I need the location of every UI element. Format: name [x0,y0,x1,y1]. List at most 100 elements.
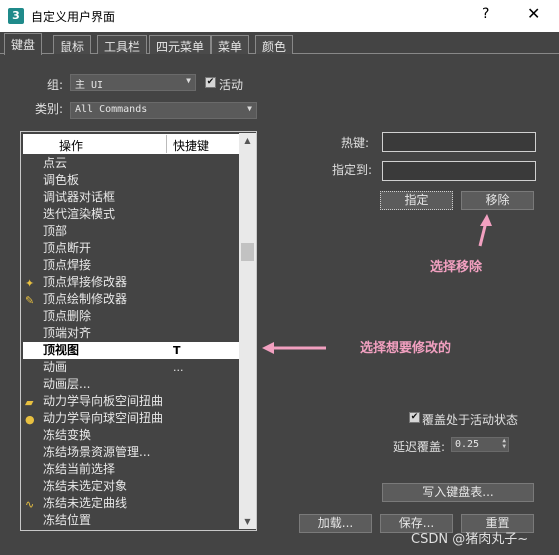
list-item[interactable]: 动画... [23,359,239,376]
tab-bar: 键盘 鼠标 工具栏 四元菜单 菜单 颜色 [0,32,559,55]
list-item-label: 动画 [43,360,68,374]
assign-to-label: 指定到: [332,163,373,177]
tab-quad-menus[interactable]: 四元菜单 [149,35,212,54]
list-item[interactable]: 顶点断开 [23,240,239,257]
list-item[interactable]: 调试器对话框 [23,189,239,206]
chevron-down-icon: ▼ [186,76,191,85]
tab-menus[interactable]: 菜单 [211,35,250,54]
column-hotkey[interactable]: 快捷键 [173,137,209,154]
list-item[interactable]: 迭代渲染模式 [23,206,239,223]
list-item-label: 顶部 [43,224,68,238]
brush-icon: ✎ [25,294,35,307]
list-item-label: 冻结变换 [43,428,92,442]
list-item-label: 调试器对话框 [43,190,116,204]
category-value: All Commands [75,104,148,115]
list-item[interactable]: 顶视图 T [23,342,239,359]
list-item[interactable]: 顶点删除 [23,308,239,325]
sphere-icon: ● [25,413,35,426]
app-icon: 3 [8,8,24,24]
list-item-label: 动力学导向球空间扭曲 [43,411,164,425]
tab-keyboard[interactable]: 键盘 [4,33,43,55]
scroll-down-icon[interactable]: ▼ [239,514,256,529]
scroll-thumb[interactable] [241,243,254,261]
annotation-remove: 选择移除 [430,260,483,275]
override-label: 覆盖处于活动状态 [422,413,519,427]
list-item[interactable]: ▰ 动力学导向板空间扭曲 [23,393,239,410]
hotkey-label: 热键: [341,136,370,150]
list-item-label: 冻结位置 [43,513,92,527]
list-item[interactable]: 冻结变换 [23,427,239,444]
tab-mouse[interactable]: 鼠标 [53,35,92,54]
list-item-label: 迭代渲染模式 [43,207,116,221]
assign-to-field[interactable] [382,161,536,181]
watermark: CSDN @猪肉丸子~ [411,532,529,547]
tab-toolbars[interactable]: 工具栏 [97,35,148,54]
delay-label: 延迟覆盖: [393,440,446,454]
write-keyboard-button[interactable]: 写入键盘表... [382,483,534,502]
list-item-label: 冻结场景资源管理... [43,445,151,459]
list-item[interactable]: 调色板 [23,172,239,189]
tab-colors[interactable]: 颜色 [255,35,294,54]
close-button[interactable]: ✕ [527,4,540,23]
arrow-up-annotation-icon [478,214,492,247]
list-item[interactable]: ✎ 顶点绘制修改器 [23,291,239,308]
active-checkbox[interactable]: ✔ [205,77,216,88]
list-item-label: 顶点断开 [43,241,92,255]
hotkey-field[interactable] [382,132,536,152]
list-item-label: 动画层... [43,377,91,391]
group-dropdown[interactable]: 主 UI ▼ [70,74,196,91]
group-value: 主 UI [75,80,104,91]
delay-value: 0.25 [455,439,480,450]
help-button[interactable]: ? [482,6,489,22]
wand-icon: ✦ [25,277,35,290]
assign-button[interactable]: 指定 [380,191,453,210]
list-header: 操作 快捷键 [23,134,239,154]
window-title: 自定义用户界面 [31,10,116,24]
list-item-label: 顶点删除 [43,309,92,323]
list-item-label: 冻结当前选择 [43,462,116,476]
list-item-label: 顶端对齐 [43,326,92,340]
action-list: 操作 快捷键 点云调色板调试器对话框 迭代渲染模式 顶部顶点断开顶点焊接 ✦ 顶点焊接修… [20,131,257,531]
column-divider [166,135,167,153]
curve-icon: ∿ [25,498,35,511]
group-label: 组: [47,78,64,92]
list-item[interactable]: ✦ 顶点焊接修改器 [23,274,239,291]
scroll-up-icon[interactable]: ▲ [239,133,256,148]
list-item-label: 顶点绘制修改器 [43,292,128,306]
list-item-hotkey: ... [173,361,184,374]
list-item-label: 冻结未选定对象 [43,479,128,493]
list-item-label: 调色板 [43,173,80,187]
annotation-select: 选择想要修改的 [360,341,452,356]
column-action[interactable]: 操作 [59,137,83,154]
chevron-down-icon: ▼ [247,104,252,113]
list-item-label: 顶点焊接 [43,258,92,272]
list-item[interactable]: 冻结未选定对象 [23,478,239,495]
override-checkbox[interactable]: ✔ [409,412,420,423]
category-dropdown[interactable]: All Commands ▼ [70,102,257,119]
arrow-left-annotation-icon [262,342,326,354]
list-item[interactable]: ∿ 冻结未选定曲线 [23,495,239,512]
list-item[interactable]: 动画层... [23,376,239,393]
list-item[interactable]: 冻结位置 [23,512,239,529]
list-item[interactable]: 冻结场景资源管理... [23,444,239,461]
delay-spinner[interactable]: 0.25 ▲ ▼ [451,437,509,452]
list-item[interactable]: 顶端对齐 [23,325,239,342]
active-label: 活动 [219,78,244,92]
load-button[interactable]: 加载... [299,514,372,533]
list-item[interactable]: 点云 [23,155,239,172]
list-item[interactable]: 冻结当前选择 [23,461,239,478]
list-item-label: 顶点焊接修改器 [43,275,128,289]
remove-button[interactable]: 移除 [461,191,534,210]
list-item-label: 点云 [43,156,68,170]
list-item[interactable]: ● 动力学导向球空间扭曲 [23,410,239,427]
list-scrollbar[interactable]: ▲ ▼ [239,133,256,529]
list-item-label: 冻结未选定曲线 [43,496,128,510]
list-rows: 点云调色板调试器对话框 迭代渲染模式 顶部顶点断开顶点焊接 ✦ 顶点焊接修改器 ✎ 顶点绘制… [23,155,239,529]
title-bar: 3 自定义用户界面 ? ✕ [0,0,559,32]
list-item-label: 动力学导向板空间扭曲 [43,394,164,408]
list-item[interactable]: 顶点焊接 [23,257,239,274]
list-item-hotkey: T [173,344,181,357]
list-item[interactable]: 顶部 [23,223,239,240]
spinner-arrows-icon[interactable]: ▲ ▼ [502,438,506,450]
category-label: 类别: [35,102,64,116]
